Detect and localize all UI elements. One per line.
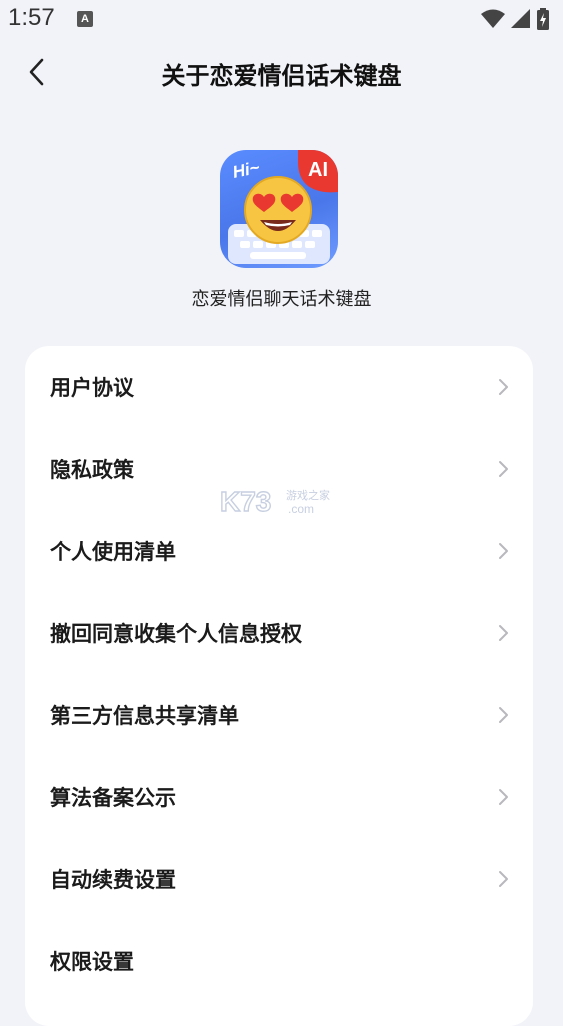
page-title: 关于恋爱情侣话术键盘 bbox=[161, 62, 402, 90]
menu-item-third-party-sharing[interactable]: 第三方信息共享清单 bbox=[25, 674, 533, 756]
navigation-bar: 关于恋爱情侣话术键盘 bbox=[0, 44, 563, 102]
ai-badge-label: AI bbox=[308, 159, 328, 181]
menu-item-user-agreement[interactable]: 用户协议 bbox=[25, 346, 533, 428]
status-time: 1:57 bbox=[8, 4, 55, 31]
menu-item-label: 权限设置 bbox=[50, 950, 134, 974]
greeting-label: Hi~ bbox=[231, 158, 261, 182]
status-icons bbox=[481, 8, 549, 30]
menu-item-label: 用户协议 bbox=[50, 376, 134, 400]
app-icon: AI Hi~ bbox=[220, 150, 338, 268]
app-logo-graphic: AI Hi~ bbox=[228, 150, 338, 264]
status-bar: 1:57 A bbox=[0, 0, 563, 38]
wifi-icon bbox=[481, 9, 505, 28]
menu-item-label: 第三方信息共享清单 bbox=[50, 704, 239, 728]
battery-icon bbox=[537, 8, 549, 30]
menu-item-auto-renewal[interactable]: 自动续费设置 bbox=[25, 838, 533, 920]
chevron-right-icon bbox=[499, 871, 508, 887]
chevron-right-icon bbox=[499, 789, 508, 805]
chevron-right-icon bbox=[499, 543, 508, 559]
signal-icon bbox=[511, 9, 530, 28]
svg-text:.com: .com bbox=[288, 502, 314, 516]
menu-item-algorithm-filing[interactable]: 算法备案公示 bbox=[25, 756, 533, 838]
chevron-right-icon bbox=[499, 625, 508, 641]
notification-a-icon: A bbox=[77, 11, 93, 27]
svg-text:游戏之家: 游戏之家 bbox=[286, 488, 330, 502]
menu-item-label: 自动续费设置 bbox=[50, 868, 176, 892]
svg-text:K73: K73 bbox=[220, 486, 271, 517]
chevron-right-icon bbox=[499, 379, 508, 395]
menu-item-permission-settings[interactable]: 权限设置 bbox=[25, 920, 533, 1002]
menu-item-label: 撤回同意收集个人信息授权 bbox=[50, 622, 302, 646]
menu-item-label: 算法备案公示 bbox=[50, 786, 176, 810]
menu-item-label: 隐私政策 bbox=[50, 458, 134, 482]
chevron-right-icon bbox=[499, 461, 508, 477]
menu-item-revoke-consent[interactable]: 撤回同意收集个人信息授权 bbox=[25, 592, 533, 674]
k73-watermark-logo: K73 游戏之家 .com bbox=[219, 485, 330, 517]
menu-item-label: 个人使用清单 bbox=[50, 540, 176, 564]
chevron-right-icon bbox=[499, 707, 508, 723]
app-name: 恋爱情侣聊天话术键盘 bbox=[191, 289, 372, 310]
settings-menu-card: 用户协议 隐私政策 个人使用清单 撤回同意收集个人信息授权 第三方信息共享清单 … bbox=[25, 346, 533, 1026]
menu-item-personal-data-list[interactable]: 个人使用清单 bbox=[25, 510, 533, 592]
